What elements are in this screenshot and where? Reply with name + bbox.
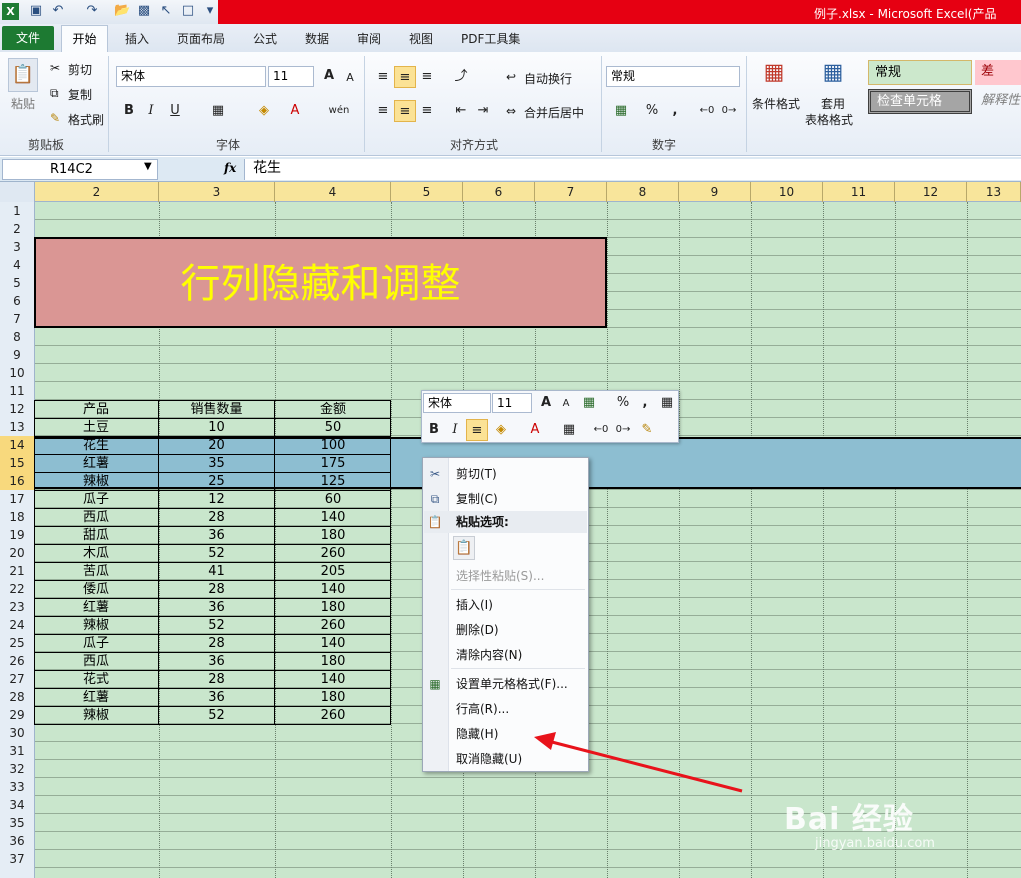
- baidu-watermark-url: jingyan.baidu.com: [815, 836, 935, 851]
- baidu-watermark: Bai 经验: [784, 802, 914, 837]
- excel-window: X ▣ ↶ ↷ 📂 ▩ ↖ □ ▾ 例子.xlsx - Microsoft Ex…: [0, 0, 1021, 878]
- arrow-head: [534, 732, 556, 750]
- annotation-arrow: [534, 732, 743, 793]
- arrow-shaft: [547, 739, 743, 793]
